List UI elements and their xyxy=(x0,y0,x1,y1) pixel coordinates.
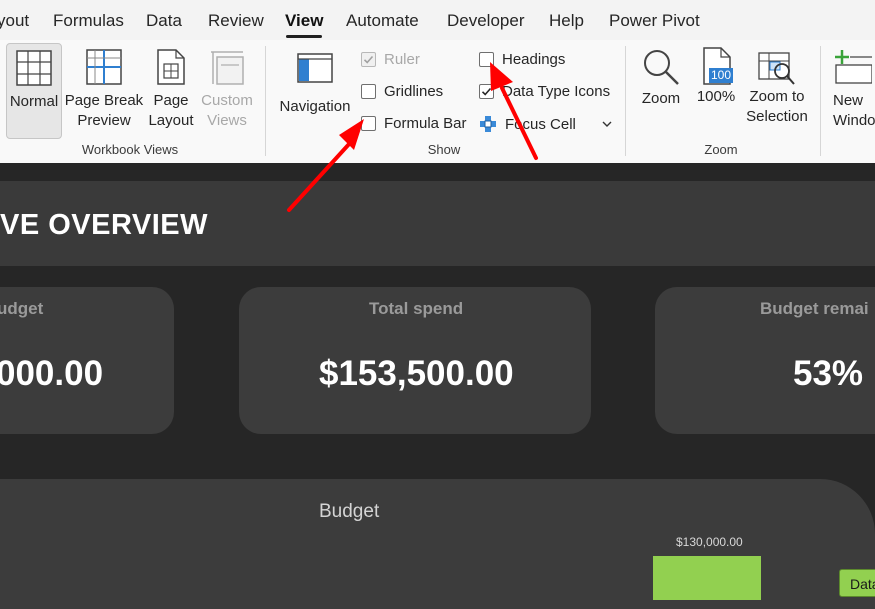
chart-title: Budget xyxy=(319,501,380,522)
chevron-down-icon[interactable] xyxy=(602,120,612,128)
checkmark-icon xyxy=(481,87,492,96)
headings-checkbox[interactable]: Headings xyxy=(479,51,565,68)
magnifier-icon xyxy=(644,50,679,85)
data-button[interactable]: Data xyxy=(839,569,875,597)
formula-bar-label: Formula Bar xyxy=(384,115,467,132)
headings-label: Headings xyxy=(502,51,566,68)
ruler-checkbox[interactable]: Ruler xyxy=(361,51,420,68)
gridlines-checkbox-box[interactable] xyxy=(361,84,376,99)
kpi-card-budget-value: 000.00 xyxy=(0,354,104,393)
kpi-card-total-spend-value: $153,500.00 xyxy=(319,354,514,393)
tab-review[interactable]: Review xyxy=(208,11,264,31)
data-type-icons-checkbox-box[interactable] xyxy=(479,84,494,99)
tab-developer[interactable]: Developer xyxy=(447,11,525,31)
tab-power-pivot[interactable]: Power Pivot xyxy=(609,11,700,31)
ribbon-tab-bar: yout Formulas Data Review View Automate … xyxy=(0,0,875,40)
gridlines-label: Gridlines xyxy=(384,83,444,100)
navigation-button[interactable]: Navigation xyxy=(274,43,356,137)
new-window-button[interactable]: New Windo xyxy=(832,43,875,137)
kpi-card-budget-remaining-value: 53% xyxy=(793,354,864,393)
kpi-card-budget-label: udget xyxy=(0,299,44,318)
zoom-to-selection-button[interactable]: Zoom to Selection xyxy=(742,43,812,137)
zoom-100-icon: 100 xyxy=(698,47,734,87)
workbook-views-group-label: Workbook Views xyxy=(81,142,179,157)
data-type-icons-checkbox[interactable]: Data Type Icons xyxy=(479,83,610,100)
kpi-card-total-spend-label: Total spend xyxy=(369,299,464,318)
group-separator xyxy=(820,46,821,156)
ruler-checkbox-box[interactable] xyxy=(361,52,376,67)
normal-view-button[interactable]: Normal xyxy=(6,43,62,139)
navigation-pane-icon xyxy=(297,53,333,83)
dashboard-title: VE OVERVIEW xyxy=(0,209,209,241)
page-break-preview-button[interactable]: Page Break Preview xyxy=(64,43,144,137)
zoom-100-label: 100% xyxy=(696,88,736,105)
kpi-card-budget-remaining-label: Budget remai xyxy=(760,299,869,318)
zoom-button[interactable]: Zoom xyxy=(636,43,686,137)
group-separator xyxy=(625,46,626,156)
tab-data[interactable]: Data xyxy=(146,11,182,31)
focus-cell-icon xyxy=(480,116,496,132)
ruler-label: Ruler xyxy=(384,51,420,68)
page-break-preview-icon xyxy=(86,49,122,85)
show-group-label: Show xyxy=(427,142,461,157)
new-window-icon xyxy=(835,50,873,84)
page-break-preview-label: Page Break Preview xyxy=(64,92,144,129)
page-layout-label: Page Layout xyxy=(148,92,194,129)
tab-view[interactable]: View xyxy=(285,11,323,31)
checkmark-icon xyxy=(363,55,374,64)
custom-views-label: Custom Views xyxy=(201,92,253,129)
data-type-icons-label: Data Type Icons xyxy=(502,83,611,100)
tab-formulas[interactable]: Formulas xyxy=(53,11,124,31)
zoom-to-selection-icon xyxy=(758,52,795,85)
tab-automate[interactable]: Automate xyxy=(346,11,419,31)
zoom-label: Zoom xyxy=(641,90,681,107)
focus-cell-button[interactable]: Focus Cell xyxy=(479,115,612,133)
zoom-100-icon-text: 100 xyxy=(709,68,734,83)
normal-view-label: Normal xyxy=(9,93,59,110)
navigation-label: Navigation xyxy=(279,98,351,115)
zoom-group-label: Zoom xyxy=(704,142,738,157)
budget-bar xyxy=(653,556,761,600)
normal-view-icon xyxy=(16,50,52,86)
custom-views-icon xyxy=(211,51,244,85)
zoom-to-selection-label: Zoom to Selection xyxy=(746,88,808,125)
page-layout-button[interactable]: Page Layout xyxy=(146,43,196,137)
tab-page-layout[interactable]: yout xyxy=(0,11,29,31)
focus-cell-label: Focus Cell xyxy=(505,115,576,133)
ribbon-view: Normal Page Break Preview Page Layout Cu… xyxy=(0,40,875,164)
gridlines-checkbox[interactable]: Gridlines xyxy=(361,83,443,100)
bar-data-label: $130,000.00 xyxy=(676,535,743,549)
active-tab-indicator xyxy=(286,35,322,38)
new-window-label: New Windo xyxy=(833,92,875,129)
formula-bar-checkbox[interactable]: Formula Bar xyxy=(361,115,467,132)
zoom-100-button[interactable]: 100 100% xyxy=(694,43,738,137)
formula-bar-checkbox-box[interactable] xyxy=(361,116,376,131)
headings-checkbox-box[interactable] xyxy=(479,52,494,67)
tab-help[interactable]: Help xyxy=(549,11,584,31)
custom-views-button[interactable]: Custom Views xyxy=(198,43,256,137)
page-layout-icon xyxy=(157,49,185,85)
group-separator xyxy=(265,46,266,156)
